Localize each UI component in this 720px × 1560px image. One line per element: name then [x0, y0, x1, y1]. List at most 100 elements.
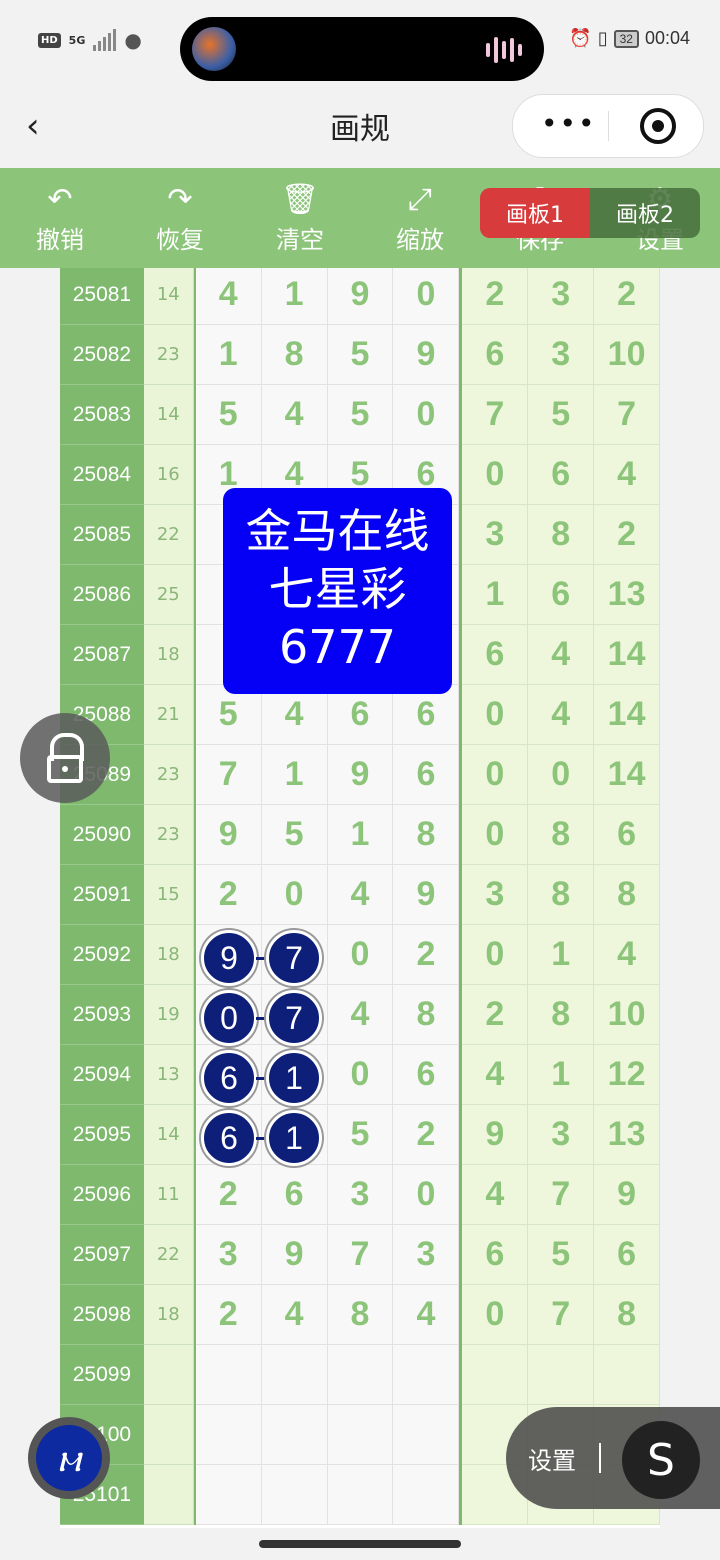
extra-cell[interactable]: 10 — [594, 985, 660, 1045]
dynamic-island[interactable] — [180, 17, 544, 81]
marked-ball[interactable]: 6 — [201, 1050, 257, 1106]
settings-fab[interactable]: 设置 S — [506, 1407, 720, 1509]
extra-cell[interactable]: 14 — [594, 745, 660, 805]
digit-cell[interactable]: 8 — [261, 325, 328, 385]
settings-fab-label[interactable]: 设置 — [528, 1441, 576, 1476]
extra-cell[interactable]: 1 — [528, 925, 595, 985]
extra-cell[interactable]: 0 — [462, 445, 529, 505]
extra-cell[interactable]: 2 — [462, 268, 529, 325]
digit-cell[interactable]: 2 — [393, 925, 460, 985]
extra-cell[interactable]: 5 — [528, 385, 595, 445]
digit-cell[interactable]: 8 — [393, 805, 460, 865]
extra-cell[interactable]: 4 — [462, 1045, 529, 1105]
extra-cell[interactable]: 0 — [462, 685, 529, 745]
marked-ball[interactable]: 6 — [201, 1110, 257, 1166]
extra-cell[interactable]: 13 — [594, 1105, 660, 1165]
extra-cell[interactable]: 2 — [462, 985, 529, 1045]
redo-button[interactable]: ↷ 恢复 — [135, 180, 225, 255]
digit-cell[interactable]: 9 — [195, 805, 262, 865]
board-2-button[interactable]: 画板2 — [590, 188, 700, 238]
extra-cell[interactable]: 3 — [528, 325, 595, 385]
extra-cell[interactable]: 14 — [594, 685, 660, 745]
digit-cell[interactable]: 2 — [393, 1105, 460, 1165]
extra-cell[interactable]: 4 — [528, 685, 595, 745]
extra-cell[interactable]: 8 — [528, 985, 595, 1045]
digit-cell[interactable]: 5 — [195, 385, 262, 445]
marked-ball[interactable]: 9 — [201, 930, 257, 986]
extra-cell[interactable]: 8 — [528, 505, 595, 565]
digit-cell[interactable]: 1 — [261, 745, 328, 805]
extra-cell[interactable]: 2 — [594, 505, 660, 565]
extra-cell[interactable]: 6 — [528, 565, 595, 625]
marked-ball[interactable]: 1 — [266, 1050, 322, 1106]
extra-cell[interactable]: 0 — [528, 745, 595, 805]
extra-cell[interactable]: 10 — [594, 325, 660, 385]
extra-cell[interactable]: 4 — [594, 445, 660, 505]
digit-cell[interactable] — [261, 1345, 328, 1405]
digit-cell[interactable]: 2 — [195, 1165, 262, 1225]
draw-grid[interactable]: 25081 14 4 1 9 0 2 3 2 25082 23 1 8 5 9 6 3 10 25083 14 5 4 5 0… — [60, 268, 660, 1528]
digit-cell[interactable] — [327, 1345, 394, 1405]
extra-cell[interactable]: 6 — [462, 1225, 529, 1285]
home-indicator[interactable] — [259, 1540, 461, 1548]
digit-cell[interactable]: 7 — [195, 745, 262, 805]
extra-cell[interactable]: 14 — [594, 625, 660, 685]
extra-cell[interactable] — [528, 1345, 595, 1405]
lock-button[interactable] — [20, 713, 110, 803]
digit-cell[interactable]: 7 — [327, 1225, 394, 1285]
extra-cell[interactable]: 7 — [528, 1165, 595, 1225]
extra-cell[interactable]: 1 — [462, 565, 529, 625]
digit-cell[interactable]: 5 — [327, 385, 394, 445]
extra-cell[interactable]: 0 — [462, 745, 529, 805]
digit-cell[interactable]: 2 — [195, 865, 262, 925]
extra-cell[interactable]: 0 — [462, 925, 529, 985]
digit-cell[interactable] — [393, 1345, 460, 1405]
digit-cell[interactable]: 1 — [195, 325, 262, 385]
extra-cell[interactable]: 13 — [594, 565, 660, 625]
digit-cell[interactable]: 3 — [393, 1225, 460, 1285]
digit-cell[interactable] — [327, 1465, 394, 1525]
digit-cell[interactable]: 0 — [393, 385, 460, 445]
digit-cell[interactable]: 0 — [393, 1165, 460, 1225]
extra-cell[interactable] — [462, 1345, 529, 1405]
clear-button[interactable]: 🗑 清空 — [255, 180, 345, 255]
extra-cell[interactable]: 3 — [528, 268, 595, 325]
digit-cell[interactable]: 5 — [261, 805, 328, 865]
digit-cell[interactable]: 6 — [393, 685, 460, 745]
pen-button[interactable]: ⲙ — [28, 1417, 110, 1499]
digit-cell[interactable]: 8 — [327, 1285, 394, 1345]
extra-cell[interactable]: 8 — [594, 865, 660, 925]
extra-cell[interactable]: 9 — [594, 1165, 660, 1225]
extra-cell[interactable]: 1 — [528, 1045, 595, 1105]
digit-cell[interactable]: 0 — [327, 925, 394, 985]
digit-cell[interactable]: 5 — [195, 685, 262, 745]
digit-cell[interactable]: 6 — [261, 1165, 328, 1225]
digit-cell[interactable] — [393, 1465, 460, 1525]
s-logo-icon[interactable]: S — [622, 1421, 700, 1499]
digit-cell[interactable]: 9 — [393, 865, 460, 925]
extra-cell[interactable]: 6 — [462, 325, 529, 385]
digit-cell[interactable]: 6 — [393, 1045, 460, 1105]
digit-cell[interactable]: 6 — [327, 685, 394, 745]
zoom-button[interactable]: ⤢ 缩放 — [375, 180, 465, 255]
extra-cell[interactable]: 2 — [594, 268, 660, 325]
extra-cell[interactable]: 6 — [462, 625, 529, 685]
digit-cell[interactable]: 4 — [327, 865, 394, 925]
digit-cell[interactable]: 9 — [393, 325, 460, 385]
extra-cell[interactable]: 4 — [462, 1165, 529, 1225]
digit-cell[interactable]: 4 — [261, 685, 328, 745]
digit-cell[interactable]: 9 — [261, 1225, 328, 1285]
extra-cell[interactable]: 4 — [528, 625, 595, 685]
extra-cell[interactable] — [594, 1345, 660, 1405]
marked-ball[interactable]: 7 — [266, 990, 322, 1046]
digit-cell[interactable]: 6 — [393, 745, 460, 805]
digit-cell[interactable] — [261, 1405, 328, 1465]
extra-cell[interactable]: 4 — [594, 925, 660, 985]
extra-cell[interactable]: 12 — [594, 1045, 660, 1105]
more-icon[interactable]: ••• — [541, 107, 597, 140]
digit-cell[interactable]: 9 — [327, 745, 394, 805]
digit-cell[interactable]: 4 — [195, 268, 262, 325]
digit-cell[interactable] — [327, 1405, 394, 1465]
digit-cell[interactable]: 1 — [261, 268, 328, 325]
extra-cell[interactable]: 7 — [594, 385, 660, 445]
